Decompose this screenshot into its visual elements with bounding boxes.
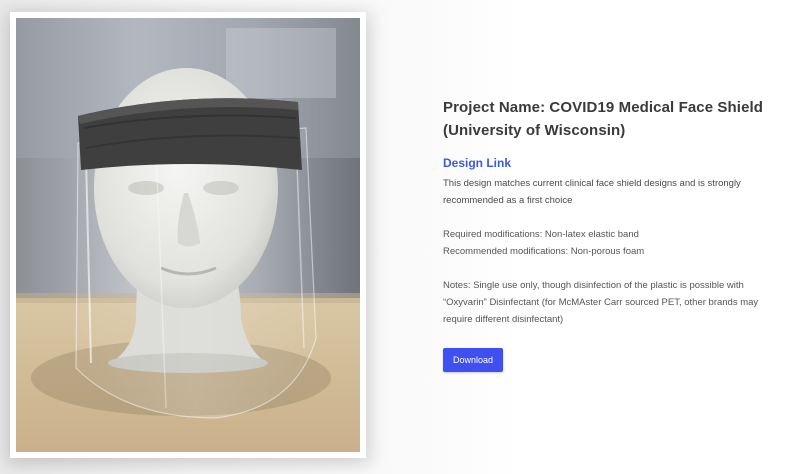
project-title: Project Name: COVID19 Medical Face Shiel… <box>443 99 764 139</box>
required-modifications: Required modifications: Non-latex elasti… <box>443 229 639 240</box>
design-link[interactable]: Design Link <box>443 156 511 170</box>
face-shield-photo <box>16 18 360 452</box>
modifications: Required modifications: Non-latex elasti… <box>443 226 783 260</box>
project-notes: Notes: Single use only, though disinfect… <box>443 280 759 325</box>
product-photo-frame <box>10 12 366 458</box>
project-description: This design matches current clinical fac… <box>443 178 741 206</box>
recommended-modifications: Recommended modifications: Non-porous fo… <box>443 246 645 257</box>
page: Project Name: COVID19 Medical Face Shiel… <box>0 0 800 474</box>
project-details: Project Name: COVID19 Medical Face Shiel… <box>443 96 783 372</box>
download-button[interactable]: Download <box>443 348 504 372</box>
